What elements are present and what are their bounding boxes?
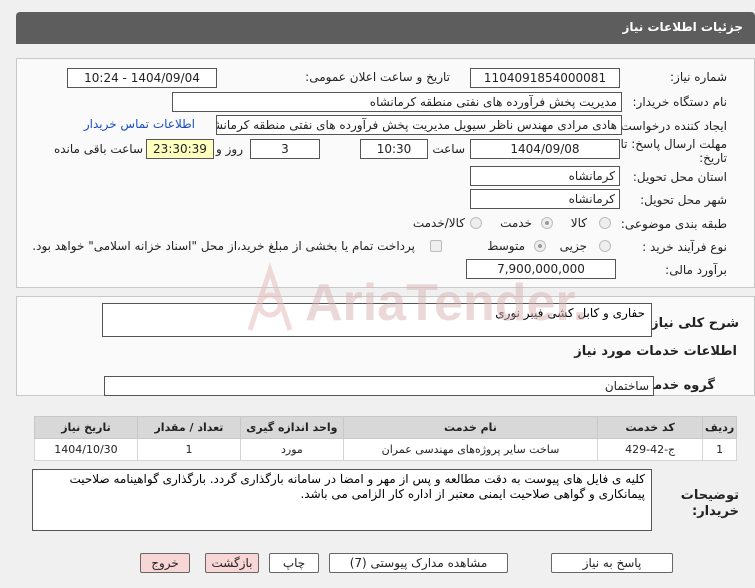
need-number-field: 1104091854000081 xyxy=(470,68,620,88)
province-label: استان محل تحویل: xyxy=(632,170,727,184)
buyer-notes-field: کلیه ی فایل های پیوست به دقت مطالعه و پس… xyxy=(32,469,652,531)
cell-date: 1404/10/30 xyxy=(34,438,138,461)
treasury-payment-text: پرداخت تمام یا بخشی از مبلغ خرید،از محل … xyxy=(32,239,415,253)
table-row: 1 ج-42-429 ساخت سایر پروژه‌های مهندسی عم… xyxy=(34,438,737,461)
process-option-minor: جزیی xyxy=(559,239,587,253)
services-section-title: اطلاعات خدمات مورد نیاز xyxy=(574,344,737,359)
cell-row: 1 xyxy=(702,438,737,461)
category-radio-goods-service[interactable] xyxy=(470,217,482,229)
deadline-label: مهلت ارسال پاسخ: تا xyxy=(620,137,727,151)
remaining-time-field: 23:30:39 xyxy=(146,139,214,159)
process-option-medium: متوسط xyxy=(487,239,525,253)
back-button[interactable]: بازگشت xyxy=(205,553,259,573)
col-unit: واحد اندازه گیری xyxy=(239,416,344,439)
creator-field: هادی مرادی مهندس ناظر سیویل مدیریت پخش ف… xyxy=(216,115,622,135)
announce-field: 1404/09/04 - 10:24 xyxy=(67,68,217,88)
page-title: جزئیات اطلاعات نیاز xyxy=(622,20,743,34)
exit-button[interactable]: خروج xyxy=(140,553,190,573)
days-field: 3 xyxy=(250,139,320,159)
category-radio-service[interactable] xyxy=(541,217,553,229)
services-table: ردیف کد خدمت نام خدمت واحد اندازه گیری ت… xyxy=(34,416,737,461)
col-quantity: تعداد / مقدار xyxy=(136,416,241,439)
buyer-contact-link[interactable]: اطلاعات تماس خریدار xyxy=(84,117,195,131)
description-field: حفاری و کابل کشی فیبر نوری xyxy=(102,303,652,337)
deadline-date-field: 1404/09/08 xyxy=(470,139,620,159)
service-group-field: ساختمان xyxy=(104,376,654,396)
category-option-goods-service: کالا/خدمت xyxy=(412,216,465,230)
creator-label: ایجاد کننده درخواست: xyxy=(616,119,727,133)
category-option-goods: کالا xyxy=(570,216,587,230)
buyer-notes-label-1: توضیحات xyxy=(680,488,739,503)
remaining-label: ساعت باقی مانده xyxy=(53,142,143,156)
process-radio-minor[interactable] xyxy=(599,240,611,252)
col-row: ردیف xyxy=(702,416,737,439)
cell-name: ساخت سایر پروژه‌های مهندسی عمران xyxy=(342,438,599,461)
category-option-service: خدمت xyxy=(500,216,532,230)
process-radio-medium[interactable] xyxy=(534,240,546,252)
budget-label: برآورد مالی: xyxy=(665,263,727,277)
process-label: نوع فرآیند خرید : xyxy=(642,240,727,254)
col-date: تاریخ نیاز xyxy=(34,416,138,439)
category-label: طبقه بندی موضوعی: xyxy=(620,217,727,231)
print-button[interactable]: چاپ xyxy=(269,553,319,573)
cell-code: ج-42-429 xyxy=(597,438,704,461)
buyer-org-field: مدیریت پخش فرآورده های نفتی منطقه کرمانش… xyxy=(172,92,622,112)
reply-button[interactable]: پاسخ به نیاز xyxy=(551,553,673,573)
page-header: جزئیات اطلاعات نیاز xyxy=(16,12,755,44)
col-code: کد خدمت xyxy=(597,416,704,439)
treasury-payment-checkbox[interactable] xyxy=(430,240,442,252)
cell-unit: مورد xyxy=(239,438,344,461)
buyer-org-label: نام دستگاه خریدار: xyxy=(632,95,728,109)
buyer-notes-label-2: خریدار: xyxy=(692,504,739,519)
city-field: کرمانشاه xyxy=(470,189,620,209)
cell-quantity: 1 xyxy=(136,438,241,461)
announce-label: تاریخ و ساعت اعلان عمومی: xyxy=(305,70,450,84)
budget-field: 7,900,000,000 xyxy=(466,259,616,279)
description-label: شرح کلی نیاز: xyxy=(645,316,739,331)
deadline-date-label: تاریخ: xyxy=(699,151,727,165)
province-field: کرمانشاه xyxy=(470,166,620,186)
category-radio-goods[interactable] xyxy=(599,217,611,229)
deadline-time-field: 10:30 xyxy=(360,139,428,159)
col-name: نام خدمت xyxy=(342,416,599,439)
deadline-time-label: ساعت xyxy=(432,142,465,156)
need-number-label: شماره نیاز: xyxy=(670,70,727,84)
view-attachments-button[interactable]: مشاهده مدارک پیوستی (7) xyxy=(329,553,508,573)
city-label: شهر محل تحویل: xyxy=(640,193,727,207)
days-label: روز و xyxy=(216,142,243,156)
table-header-row: ردیف کد خدمت نام خدمت واحد اندازه گیری ت… xyxy=(34,416,737,439)
